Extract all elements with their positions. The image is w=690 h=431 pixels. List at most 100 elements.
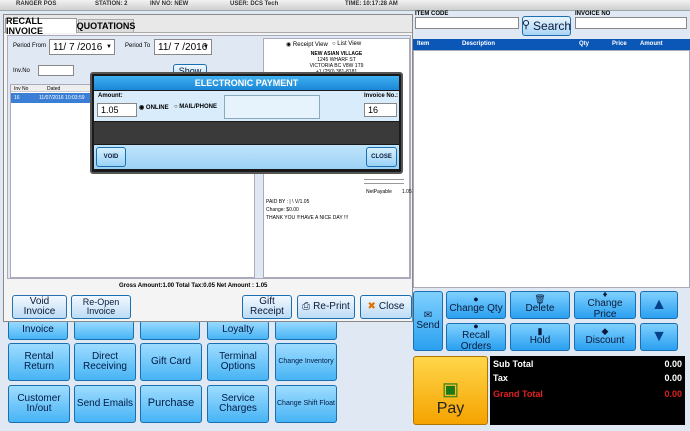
electronic-payment-dialog: ELECTRONIC PAYMENT Amount: 1.05 ◉ ONLINE… <box>90 72 403 174</box>
pay-button[interactable]: ▣ Pay <box>413 356 488 425</box>
invoice-number-input[interactable]: 16 <box>364 103 397 117</box>
gift-card-button[interactable]: Gift Card <box>140 343 202 381</box>
user-label: USER: DCS Tech <box>230 1 279 7</box>
col-dated: Dated <box>47 86 61 92</box>
purchase-button[interactable]: Purchase <box>140 385 202 423</box>
reprint-button[interactable]: ⎙ Re-Print <box>297 295 355 319</box>
item-code-input[interactable] <box>415 17 519 29</box>
send-button[interactable]: ✉ Send <box>413 291 443 351</box>
loyalty-button[interactable]: Loyalty <box>207 320 269 340</box>
period-from-date[interactable]: 11/ 7 /2016 ▼ <box>49 39 115 55</box>
gift-receipt-button[interactable]: Gift Receipt <box>242 295 292 319</box>
discount-button[interactable]: ◆ Discount <box>574 323 636 351</box>
change-amount: Change: $0.00 <box>266 207 299 213</box>
blank-button-1[interactable] <box>74 320 134 340</box>
payment-fields: Amount: 1.05 ◉ ONLINE ○ MAIL/PHONE Invoi… <box>94 91 399 121</box>
paid-by: PAID BY : | \ V/1.05 <box>266 199 310 205</box>
radio-empty-icon: ○ <box>174 104 178 110</box>
service-charges-button[interactable]: Service Charges <box>207 385 269 423</box>
scroll-up-button[interactable]: ▲ <box>640 291 678 319</box>
blank-button-2[interactable] <box>140 320 200 340</box>
void-button[interactable]: VOID <box>96 147 126 167</box>
item-grid[interactable] <box>413 50 690 288</box>
subtotal-value: 0.00 <box>664 359 682 369</box>
inv-no-input[interactable] <box>38 65 74 76</box>
close-button[interactable]: ✖ Close <box>360 295 412 319</box>
amount-input[interactable]: 1.05 <box>97 103 137 117</box>
radio-selected-icon: ◉ <box>139 105 145 111</box>
tab-recall-invoice[interactable]: RECALL INVOICE <box>5 16 77 36</box>
invoice-summary: Gross Amount:1.00 Total Tax:0.05 Net Amo… <box>119 283 268 289</box>
dialog-close-button[interactable]: CLOSE <box>366 147 397 167</box>
scroll-down-button[interactable]: ▼ <box>640 323 678 351</box>
item-grid-header: Item Description Qty Price Amount <box>413 39 690 50</box>
dialog-footer: VOID CLOSE <box>94 145 399 169</box>
subtotal-label: Sub Total <box>493 359 534 369</box>
online-radio[interactable]: ◉ ONLINE <box>139 104 169 111</box>
invoice-number-label: INV NO: NEW <box>150 1 189 7</box>
delete-button[interactable]: 🗑 Delete <box>510 291 570 319</box>
col-item: Item <box>417 41 430 47</box>
change-price-button[interactable]: ♦ Change Price <box>574 289 636 319</box>
printer-icon: ⎙ <box>302 300 311 312</box>
divider <box>364 183 404 184</box>
change-qty-button[interactable]: ● Change Qty <box>446 291 506 319</box>
col-description: Description <box>462 41 496 47</box>
direct-receiving-button[interactable]: Direct Receiving <box>74 343 136 381</box>
net-payable-value: 1.05 <box>402 189 412 195</box>
recall-orders-button[interactable]: ● Recall Orders <box>446 321 506 351</box>
receipt-view-radio[interactable]: ◉ Receipt View <box>286 41 328 48</box>
col-price: Price <box>612 41 627 47</box>
card-info-area <box>224 95 320 119</box>
send-emails-button[interactable]: Send Emails <box>74 385 136 423</box>
terminal-options-button[interactable]: Terminal Options <box>207 343 269 381</box>
rental-return-button[interactable]: Rental Return <box>8 343 70 381</box>
col-inv-no: Inv No <box>14 86 29 92</box>
change-shift-float-button[interactable]: Change Shift Float <box>275 385 337 423</box>
station-label: STATION: 2 <box>95 1 128 7</box>
amount-label: Amount: <box>98 93 123 99</box>
col-amount: Amount <box>640 41 663 47</box>
period-from-label: Period From <box>13 43 47 49</box>
period-to-label: Period To <box>125 43 151 49</box>
hold-button[interactable]: ▮ Hold <box>510 323 570 351</box>
customer-inout-button[interactable]: Customer In/out <box>8 385 70 423</box>
close-icon: ✖ <box>367 300 376 312</box>
radio-empty-icon: ○ <box>332 41 336 47</box>
arrow-down-icon: ▼ <box>651 327 667 345</box>
app-name: RANGER POS <box>16 1 57 7</box>
chevron-down-icon: ▼ <box>203 44 209 50</box>
card-swipe-area <box>94 122 399 144</box>
change-inventory-button[interactable]: Change Inventory <box>275 343 337 381</box>
list-view-radio[interactable]: ○ List View <box>332 41 361 47</box>
grand-total-value: 0.00 <box>664 389 682 399</box>
tax-value: 0.00 <box>664 373 682 383</box>
invoice-button[interactable]: Invoice <box>8 320 68 340</box>
invoice-number-label: Invoice No.: <box>364 93 399 99</box>
period-to-date[interactable]: 11/ 7 /2016 ▼ <box>154 39 212 55</box>
tab-quotations[interactable]: QUOTATIONS <box>77 19 135 33</box>
tax-label: Tax <box>493 373 508 383</box>
totals-panel: Sub Total 0.00 Tax 0.00 Grand Total 0.00 <box>490 356 685 425</box>
chevron-down-icon: ▼ <box>106 44 112 50</box>
col-qty: Qty <box>579 41 590 47</box>
inv-no-label: Inv.No <box>13 68 30 74</box>
dialog-title: ELECTRONIC PAYMENT <box>94 76 399 90</box>
blank-button-3[interactable] <box>275 320 337 340</box>
time-label: TIME: 10:17:28 AM <box>345 1 398 7</box>
cash-icon: ▣ <box>441 379 459 399</box>
reopen-invoice-button[interactable]: Re-Open Invoice <box>71 295 131 319</box>
thank-you-text: THANK YOU !!!HAVE A NICE DAY !!! <box>266 215 349 221</box>
search-icon: ⚲ <box>521 19 531 32</box>
mail-phone-radio[interactable]: ○ MAIL/PHONE <box>174 104 217 110</box>
table-row[interactable]: 16 11/07/2016 10:03:59 <box>11 93 91 103</box>
arrow-up-icon: ▲ <box>651 295 667 313</box>
search-button[interactable]: ⚲ Search <box>522 16 571 36</box>
status-bar: RANGER POS STATION: 2 INV NO: NEW USER: … <box>0 0 690 11</box>
radio-selected-icon: ◉ <box>286 42 292 48</box>
divider <box>364 179 404 180</box>
invoice-no-input[interactable] <box>575 17 687 29</box>
net-payable-label: NetPayable <box>366 189 392 195</box>
void-invoice-button[interactable]: Void Invoice <box>12 295 67 319</box>
grand-total-label: Grand Total <box>493 389 543 399</box>
